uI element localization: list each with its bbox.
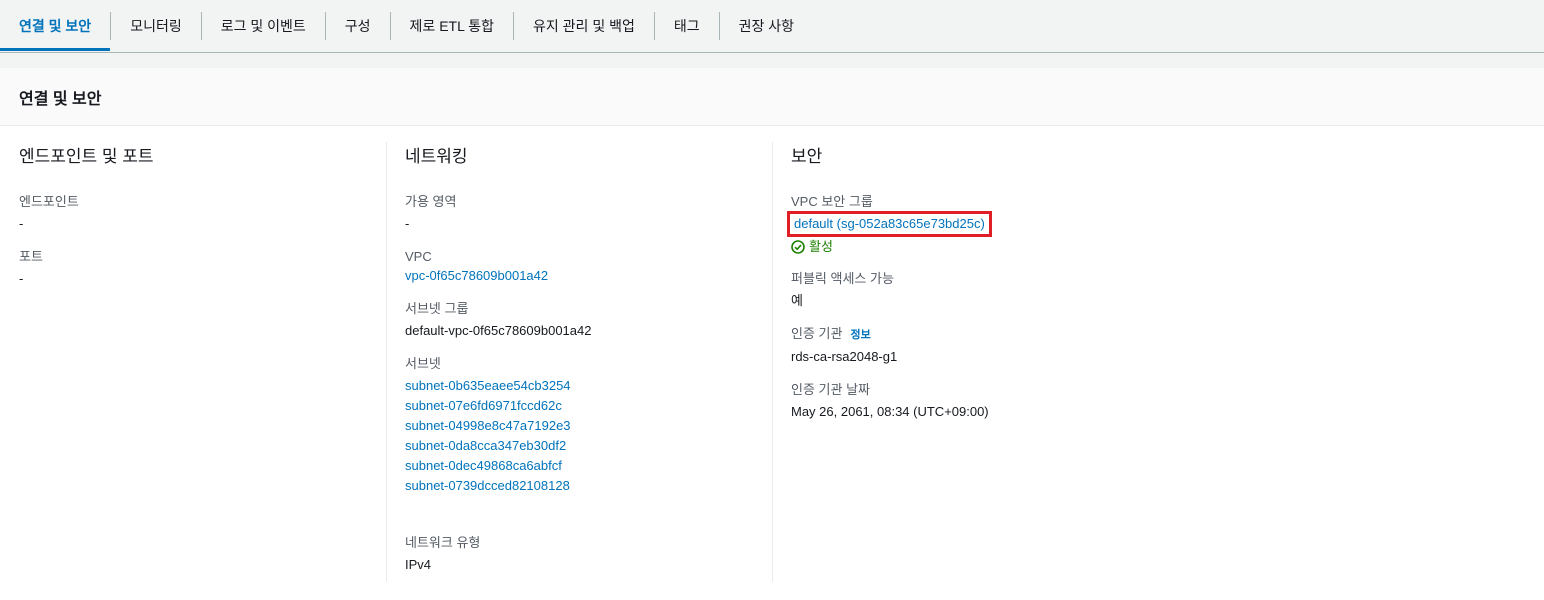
networking-column: 네트워킹 가용 영역 - VPC vpc-0f65c78609b001a42 서… bbox=[405, 145, 755, 589]
ca-info-link[interactable]: 정보 bbox=[850, 329, 870, 341]
port-value: - bbox=[19, 271, 24, 286]
column-divider bbox=[772, 142, 773, 582]
tab-maintenance-backup[interactable]: 유지 관리 및 백업 bbox=[514, 0, 654, 51]
tab-zero-etl[interactable]: 제로 ETL 통합 bbox=[391, 0, 513, 51]
networking-title: 네트워킹 bbox=[405, 147, 468, 166]
subnet-group-value: default-vpc-0f65c78609b001a42 bbox=[405, 323, 592, 338]
endpoint-field: 엔드포인트 - bbox=[19, 193, 369, 234]
subnet-link[interactable]: subnet-0da8cca347eb30df2 bbox=[405, 436, 755, 456]
network-type-value: IPv4 bbox=[405, 557, 432, 572]
vpc-sg-field: VPC 보안 그룹 default (sg-052a83c65e73bd25c)… bbox=[787, 193, 1291, 256]
subnets-field: 서브넷 subnet-0b635eaee54cb3254 subnet-07e6… bbox=[405, 355, 755, 496]
ca-label-row: 인증 기관 정보 bbox=[791, 325, 1291, 344]
network-type-field: 네트워크 유형 IPv4 bbox=[405, 534, 755, 575]
network-type-label: 네트워크 유형 bbox=[405, 535, 481, 550]
sg-status: 활성 bbox=[791, 238, 1291, 256]
az-field: 가용 영역 - bbox=[405, 193, 755, 234]
check-circle-icon bbox=[791, 240, 805, 254]
subnets-label: 서브넷 bbox=[405, 356, 441, 371]
subnet-link[interactable]: subnet-0739dcced82108128 bbox=[405, 476, 755, 496]
panel-title: 연결 및 보안 bbox=[19, 90, 102, 108]
subnet-group-label: 서브넷 그룹 bbox=[405, 301, 469, 316]
ca-date-field: 인증 기관 날짜 May 26, 2061, 08:34 (UTC+09:00) bbox=[791, 381, 1291, 422]
security-group-link[interactable]: default (sg-052a83c65e73bd25c) bbox=[794, 216, 985, 231]
security-column: 보안 VPC 보안 그룹 default (sg-052a83c65e73bd2… bbox=[787, 145, 1291, 436]
subnet-link[interactable]: subnet-07e6fd6971fccd62c bbox=[405, 396, 755, 416]
vpc-sg-label: VPC 보안 그룹 bbox=[791, 194, 873, 209]
ca-field: 인증 기관 정보 rds-ca-rsa2048-g1 bbox=[791, 325, 1291, 367]
az-label: 가용 영역 bbox=[405, 194, 457, 209]
ca-date-value: May 26, 2061, 08:34 (UTC+09:00) bbox=[791, 404, 989, 419]
subnet-link[interactable]: subnet-0b635eaee54cb3254 bbox=[405, 376, 755, 396]
endpoint-value: - bbox=[19, 216, 24, 231]
vpc-label: VPC bbox=[405, 249, 432, 264]
column-divider bbox=[386, 142, 387, 582]
tab-monitoring[interactable]: 모니터링 bbox=[111, 0, 201, 51]
ca-date-label: 인증 기관 날짜 bbox=[791, 382, 870, 397]
tab-configuration[interactable]: 구성 bbox=[326, 0, 390, 51]
vpc-link[interactable]: vpc-0f65c78609b001a42 bbox=[405, 266, 755, 286]
port-field: 포트 - bbox=[19, 248, 369, 289]
public-access-value: 예 bbox=[791, 293, 803, 308]
tab-logs-events[interactable]: 로그 및 이벤트 bbox=[202, 0, 325, 51]
tab-recommendations[interactable]: 권장 사항 bbox=[720, 0, 813, 51]
endpoints-column: 엔드포인트 및 포트 엔드포인트 - 포트 - bbox=[19, 145, 369, 303]
ca-label: 인증 기관 bbox=[791, 326, 843, 341]
public-access-label: 퍼블릭 액세스 가능 bbox=[791, 271, 894, 286]
tab-tags[interactable]: 태그 bbox=[655, 0, 719, 51]
subnet-group-field: 서브넷 그룹 default-vpc-0f65c78609b001a42 bbox=[405, 300, 755, 341]
security-title: 보안 bbox=[791, 147, 823, 166]
subnet-link[interactable]: subnet-0dec49868ca6abfcf bbox=[405, 456, 755, 476]
endpoint-label: 엔드포인트 bbox=[19, 194, 79, 209]
panel-header: 연결 및 보안 bbox=[0, 68, 1544, 126]
endpoints-title: 엔드포인트 및 포트 bbox=[19, 147, 154, 166]
highlight-box: default (sg-052a83c65e73bd25c) bbox=[787, 211, 992, 237]
port-label: 포트 bbox=[19, 249, 43, 264]
az-value: - bbox=[405, 216, 410, 231]
vpc-field: VPC vpc-0f65c78609b001a42 bbox=[405, 248, 755, 286]
ca-value: rds-ca-rsa2048-g1 bbox=[791, 349, 898, 364]
tab-connectivity-security[interactable]: 연결 및 보안 bbox=[0, 0, 111, 51]
sg-status-text: 활성 bbox=[809, 239, 833, 254]
connectivity-panel: 연결 및 보안 엔드포인트 및 포트 엔드포인트 - 포트 - 네트워킹 가용 … bbox=[0, 68, 1544, 600]
public-access-field: 퍼블릭 액세스 가능 예 bbox=[791, 270, 1291, 311]
tab-bar: 연결 및 보안 모니터링 로그 및 이벤트 구성 제로 ETL 통합 유지 관리… bbox=[0, 0, 1544, 53]
subnet-link[interactable]: subnet-04998e8c47a7192e3 bbox=[405, 416, 755, 436]
